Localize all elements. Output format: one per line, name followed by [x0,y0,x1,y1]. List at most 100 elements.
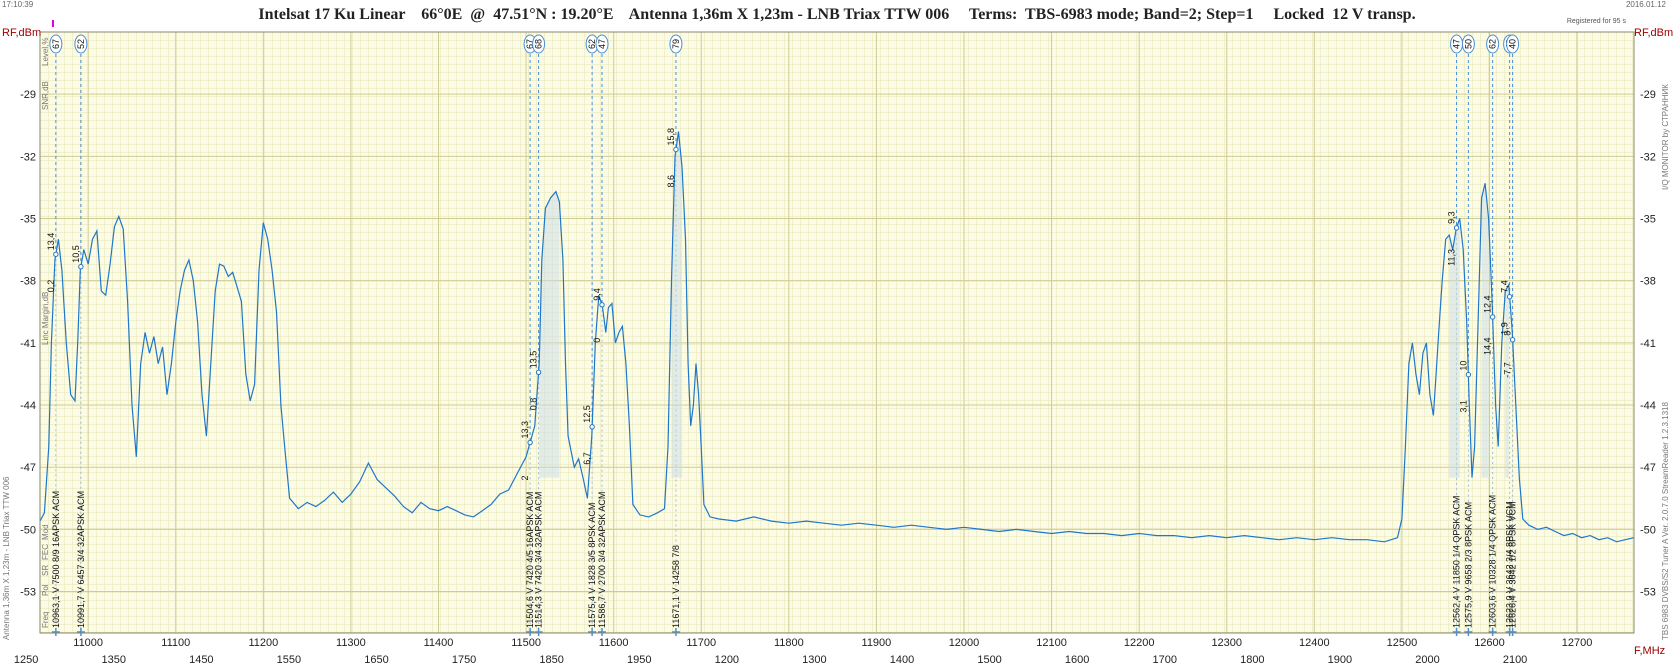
x-tick-label-if: 1950 [627,654,651,666]
marker-snr-value: 9,4 [592,288,602,301]
marker-table-entry: 11514,3 V 7420 3/4 32APSK ACM [534,492,544,628]
x-tick-label-if: 1750 [452,654,476,666]
x-tick-label-if: 1450 [189,654,213,666]
marker-margin-value: 11,3 [1447,249,1457,266]
y-tick-label-right: -29 [1640,89,1656,101]
x-tick-label-rf: 12400 [1299,637,1330,649]
x-tick-label-if: 1400 [890,654,914,666]
x-tick-label-rf: 11400 [424,637,454,649]
table-label-mod: Mod [41,524,50,540]
marker-snr-value: 13,5 [529,351,539,369]
x-tick-label-if: 1600 [1065,654,1089,666]
marker-point [1453,225,1460,231]
marker-margin-value: 0 [592,338,602,343]
marker-point [673,146,679,153]
x-tick-label-if: 1300 [802,654,826,666]
marker-point [599,302,605,308]
y-tick-label-right: -38 [1640,276,1656,288]
y-tick-label-right: -44 [1640,400,1656,412]
x-tick-label-if: 1700 [1152,654,1176,666]
minor-grid [40,32,1634,633]
table-label-fec: FEC [41,544,50,560]
marker-point [1506,294,1513,300]
x-tick-label-rf: 12000 [949,637,980,649]
marker-snr-value: 9,3 [1447,211,1457,224]
y-tick-label-right: -35 [1640,214,1656,226]
spectrum-chart: 67 13,4 0,2 10963,1 V 7500 8/9 16APSK ACM 52… [2,20,1673,666]
x-tick-label-rf: 12100 [1036,637,1067,649]
marker-point [535,369,542,375]
table-label-freq: Freq [41,612,50,628]
marker-point [1489,314,1496,320]
x-tick-label-rf: 12300 [1211,637,1242,649]
marker-level-value: 40 [1508,39,1518,49]
marker-level-value: 79 [671,39,681,49]
y-tick-label-left: -44 [20,400,36,412]
marker-level-value: 47 [1452,39,1462,49]
x-tick-label-rf: 11900 [862,637,892,649]
marker-margin-value: 8,6 [666,175,676,188]
y-tick-label-right: -41 [1640,338,1656,350]
marker-snr-value: 12,5 [582,405,592,423]
marker-point [1509,337,1516,343]
x-tick-label-rf: 11800 [774,637,804,649]
y-tick-label-left: -41 [20,338,36,350]
marker-point [527,439,533,446]
x-tick-label-if: 1800 [1240,654,1264,666]
x-tick-label-if: 2000 [1415,654,1439,666]
marker-table-entry: 10991,7 V 6457 3/4 32APSK ACM [76,491,86,628]
marker-point [78,264,84,270]
tuner-vertical-label: TBS 6983 DVBS/S2 Tuner A Ver. 2.0.7.0 St… [1661,402,1670,640]
x-tick-label-rf: 12700 [1562,637,1593,649]
marker-margin-value: 6,7 [582,452,592,465]
marker-table-entry: 11575,4 V 1828 3/5 8PSK ACM [587,503,597,628]
marker-level-value: 62 [1488,39,1498,49]
marker-table-entry: 11671,1 V 14258 7/8 [671,545,681,628]
y-tick-label-left: -38 [20,276,36,288]
marker-margin-value: 3,1 [1458,400,1468,413]
marker-snr-value: 13,3 [520,421,530,439]
x-axis-label: F,MHz [1634,645,1665,657]
x-axis-ticks: 11000 1250 11100 1350 11200 1450 11300 1550 1140… [14,637,1592,666]
marker-snr-value: 15,8 [666,128,676,146]
marker-level-value: 68 [534,39,544,49]
x-tick-label-if: 1650 [364,654,388,666]
x-tick-label-rf: 11000 [73,637,103,649]
marker-table-entry: 11586,7 V 2700 3/4 32APSK ACM [597,492,607,628]
table-label-pol: Pol [41,584,50,596]
marker-snr-value: 12,4 [1483,295,1493,313]
y-tick-label-left: -50 [20,524,36,536]
y-axis-label-left: RF,dBm [2,27,41,39]
cursor-marker[interactable] [52,20,54,27]
y-tick-label-left: -53 [20,587,36,599]
x-tick-label-rf: 11100 [161,637,190,649]
x-tick-label-if: 2100 [1503,654,1527,666]
marker-level-value: 52 [76,39,86,49]
marker-snr-value: 7,4 [1500,280,1510,293]
table-label-sr: SR [41,565,50,576]
snr-scale-label: SNR,dB [41,81,50,110]
x-tick-label-if: 1850 [539,654,563,666]
marker-level-value: 67 [51,39,61,49]
y-tick-label-right: -47 [1640,462,1656,474]
y-tick-label-left: -29 [20,89,36,101]
x-tick-label-rf: 11500 [511,637,541,649]
x-tick-label-rf: 11700 [686,637,716,649]
y-tick-label-left: -32 [20,151,36,163]
monitor-vertical-label: I/Q MONITOR by СТРАННИК [1661,84,1670,190]
marker-margin-value: 0,2 [46,280,56,293]
y-tick-label-right: -53 [1640,587,1656,599]
marker-margin-value: 0,8 [529,398,539,411]
marker-table-entry: 12562,4 V 11850 1/4 QPSK ACM [1452,496,1462,628]
marker-point [1465,371,1472,378]
x-tick-label-if: 1350 [102,654,126,666]
marker-table-entry: 12603,6 V 10328 1/4 QPSK ACM [1488,495,1498,628]
x-tick-label-if: 1200 [715,654,739,666]
marker-snr-value: 13,4 [46,233,56,251]
marker-margin-value: 2 [520,476,530,481]
x-tick-label-if: 1900 [1328,654,1352,666]
x-tick-label-rf: 12200 [1124,637,1155,649]
marker-level-value: 47 [597,39,607,49]
marker-snr-value: 8 [1503,331,1513,336]
y-tick-label-right: -32 [1640,151,1656,163]
